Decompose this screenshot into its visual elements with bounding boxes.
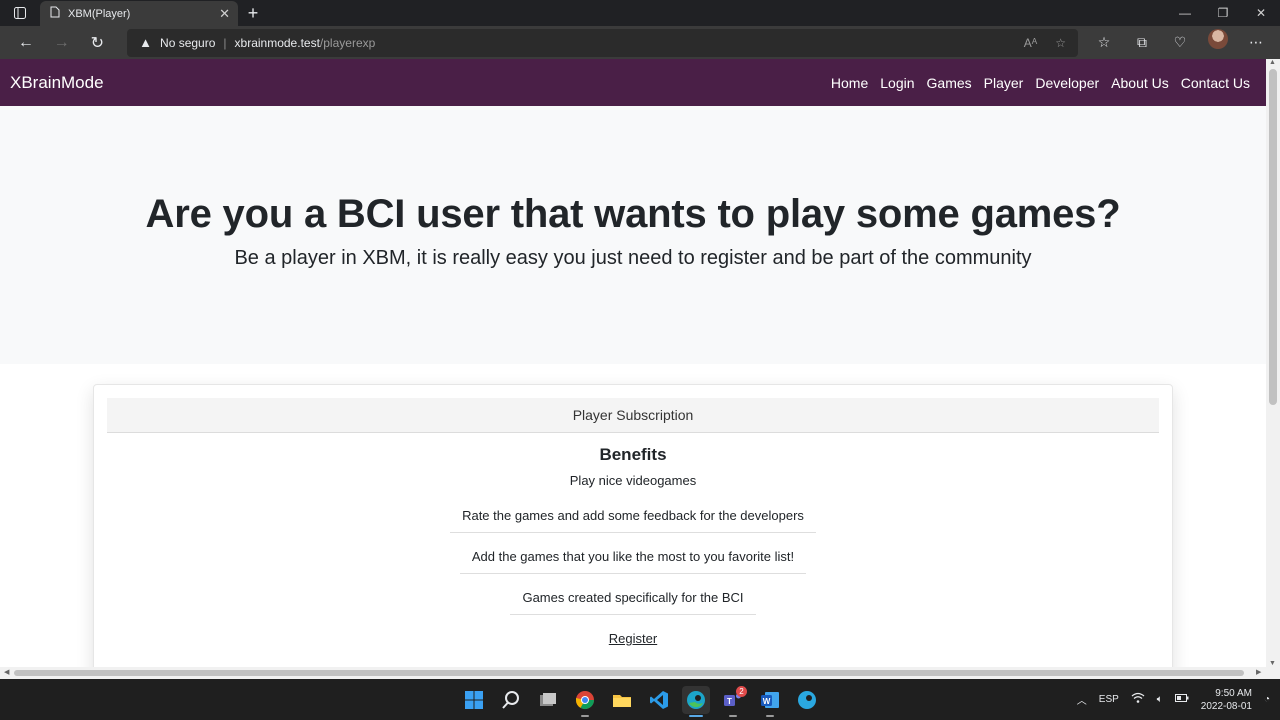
scroll-right-icon[interactable]: ▶ bbox=[1256, 668, 1261, 676]
address-bar[interactable]: ▲ No seguro | xbrainmode.test/playerexp … bbox=[127, 28, 1078, 57]
url-path: /playerexp bbox=[319, 35, 376, 50]
language-indicator[interactable]: ESP bbox=[1099, 694, 1119, 705]
search-icon[interactable] bbox=[497, 686, 525, 714]
warning-icon[interactable]: ▲ bbox=[139, 35, 152, 50]
benefits-intro: Play nice videogames bbox=[569, 473, 697, 488]
list-item: Rate the games and add some feedback for… bbox=[450, 508, 816, 533]
restore-icon[interactable]: ❐ bbox=[1204, 0, 1242, 26]
favorites-icon[interactable]: ☆ bbox=[1088, 29, 1120, 57]
nav-home[interactable]: Home bbox=[825, 75, 874, 91]
volume-icon[interactable]: 🔈︎ bbox=[1157, 694, 1163, 705]
hero-section: Are you a BCI user that wants to play so… bbox=[0, 106, 1266, 364]
chrome-icon[interactable] bbox=[571, 686, 599, 717]
running-indicator bbox=[581, 714, 589, 717]
profile-avatar[interactable] bbox=[1207, 28, 1228, 49]
page-viewport: XBrainMode Home Login Games Player Devel… bbox=[0, 59, 1266, 667]
nav-menu: Home Login Games Player Developer About … bbox=[825, 75, 1256, 91]
notifications-icon[interactable]: ◔ bbox=[1264, 694, 1270, 705]
minimize-icon[interactable]: — bbox=[1166, 0, 1204, 26]
scroll-up-icon[interactable]: ▲ bbox=[1269, 59, 1276, 66]
more-menu-icon[interactable]: ⋯ bbox=[1240, 29, 1272, 57]
card-header: Player Subscription bbox=[107, 398, 1159, 433]
list-item: Games created specifically for the BCI bbox=[510, 590, 756, 615]
browser-tab[interactable]: XBM(Player) ✕ bbox=[40, 1, 238, 26]
refresh-button[interactable]: ↻ bbox=[79, 29, 115, 57]
page-icon bbox=[50, 6, 60, 21]
scroll-thumb-horizontal[interactable] bbox=[14, 670, 1244, 676]
taskbar-apps: T 2 W bbox=[460, 679, 821, 720]
browser-essentials-icon[interactable]: ♡ bbox=[1164, 29, 1196, 57]
clock-time: 9:50 AM bbox=[1215, 687, 1252, 699]
svg-text:T: T bbox=[727, 697, 732, 706]
clock[interactable]: 9:50 AM 2022-08-01 bbox=[1201, 687, 1252, 713]
close-window-icon[interactable]: ✕ bbox=[1242, 0, 1280, 26]
file-explorer-icon[interactable] bbox=[608, 686, 636, 714]
register-link[interactable]: Register bbox=[609, 631, 657, 646]
start-icon[interactable] bbox=[460, 686, 488, 714]
read-aloud-icon[interactable]: Aᴬ bbox=[1024, 36, 1037, 50]
scroll-down-icon[interactable]: ▼ bbox=[1269, 660, 1276, 667]
scroll-thumb[interactable] bbox=[1269, 69, 1277, 405]
scroll-left-icon[interactable]: ◀ bbox=[4, 668, 9, 676]
add-favorite-icon[interactable]: ☆ bbox=[1055, 36, 1066, 50]
benefits-heading: Benefits bbox=[599, 445, 667, 464]
task-view-icon[interactable] bbox=[534, 686, 562, 714]
toolbar-actions: ☆ ⧉ ♡ ⋯ bbox=[1088, 28, 1272, 57]
horizontal-scrollbar[interactable]: ◀ ▶ bbox=[0, 667, 1280, 679]
benefits-list: Rate the games and add some feedback for… bbox=[94, 508, 1172, 646]
nav-games[interactable]: Games bbox=[921, 75, 978, 91]
workspaces-icon[interactable] bbox=[0, 0, 40, 26]
window-controls: — ❐ ✕ bbox=[1166, 0, 1280, 26]
vertical-scrollbar[interactable]: ▲ ▼ bbox=[1266, 59, 1280, 667]
hero-subtitle: Be a player in XBM, it is really easy yo… bbox=[234, 247, 1032, 269]
security-label[interactable]: No seguro bbox=[160, 36, 215, 50]
system-tray: ︿ ESP 🔈︎ 9:50 AM 2022-08-01 ◔ bbox=[1077, 679, 1270, 720]
wifi-icon[interactable] bbox=[1131, 692, 1145, 707]
tray-overflow-icon[interactable]: ︿ bbox=[1077, 692, 1087, 707]
word-icon[interactable]: W bbox=[756, 686, 784, 717]
browser-tab-strip: XBM(Player) ✕ + — ❐ ✕ bbox=[0, 0, 1280, 26]
back-button[interactable]: ← bbox=[8, 29, 44, 57]
edge-icon[interactable] bbox=[682, 685, 710, 717]
notification-badge: 2 bbox=[736, 685, 747, 697]
card-body: Benefits Play nice videogames Rate the g… bbox=[94, 445, 1172, 646]
vscode-icon[interactable] bbox=[645, 686, 673, 714]
running-indicator bbox=[729, 714, 737, 717]
battery-icon[interactable] bbox=[1174, 693, 1189, 706]
nav-contact-us[interactable]: Contact Us bbox=[1175, 75, 1256, 91]
nav-about-us[interactable]: About Us bbox=[1105, 75, 1175, 91]
collections-icon[interactable]: ⧉ bbox=[1126, 29, 1158, 57]
site-navbar: XBrainMode Home Login Games Player Devel… bbox=[0, 59, 1266, 106]
separator: | bbox=[223, 35, 227, 50]
nav-developer[interactable]: Developer bbox=[1029, 75, 1105, 91]
nav-login[interactable]: Login bbox=[874, 75, 920, 91]
site-brand[interactable]: XBrainMode bbox=[10, 73, 104, 93]
forward-button[interactable]: → bbox=[44, 29, 80, 57]
browser-toolbar: ← → ↻ ▲ No seguro | xbrainmode.test/play… bbox=[0, 26, 1280, 59]
new-tab-button[interactable]: + bbox=[238, 0, 268, 26]
taskbar: T 2 W ︿ ESP 🔈︎ 9:50 AM 2022-08-01 ◔ bbox=[0, 679, 1280, 720]
url-host: xbrainmode.test bbox=[234, 35, 320, 50]
close-tab-icon[interactable]: ✕ bbox=[219, 6, 230, 22]
subscription-card: Player Subscription Benefits Play nice v… bbox=[93, 384, 1173, 667]
tab-title: XBM(Player) bbox=[68, 7, 131, 20]
edge-dev-icon[interactable] bbox=[793, 686, 821, 714]
svg-text:W: W bbox=[763, 697, 771, 706]
teams-icon[interactable]: T 2 bbox=[719, 685, 747, 717]
clock-date: 2022-08-01 bbox=[1200, 700, 1252, 712]
running-indicator bbox=[766, 714, 774, 717]
list-item: Add the games that you like the most to … bbox=[459, 549, 807, 574]
hero-title: Are you a BCI user that wants to play so… bbox=[145, 192, 1121, 236]
active-indicator bbox=[689, 714, 703, 717]
nav-player[interactable]: Player bbox=[978, 75, 1030, 91]
